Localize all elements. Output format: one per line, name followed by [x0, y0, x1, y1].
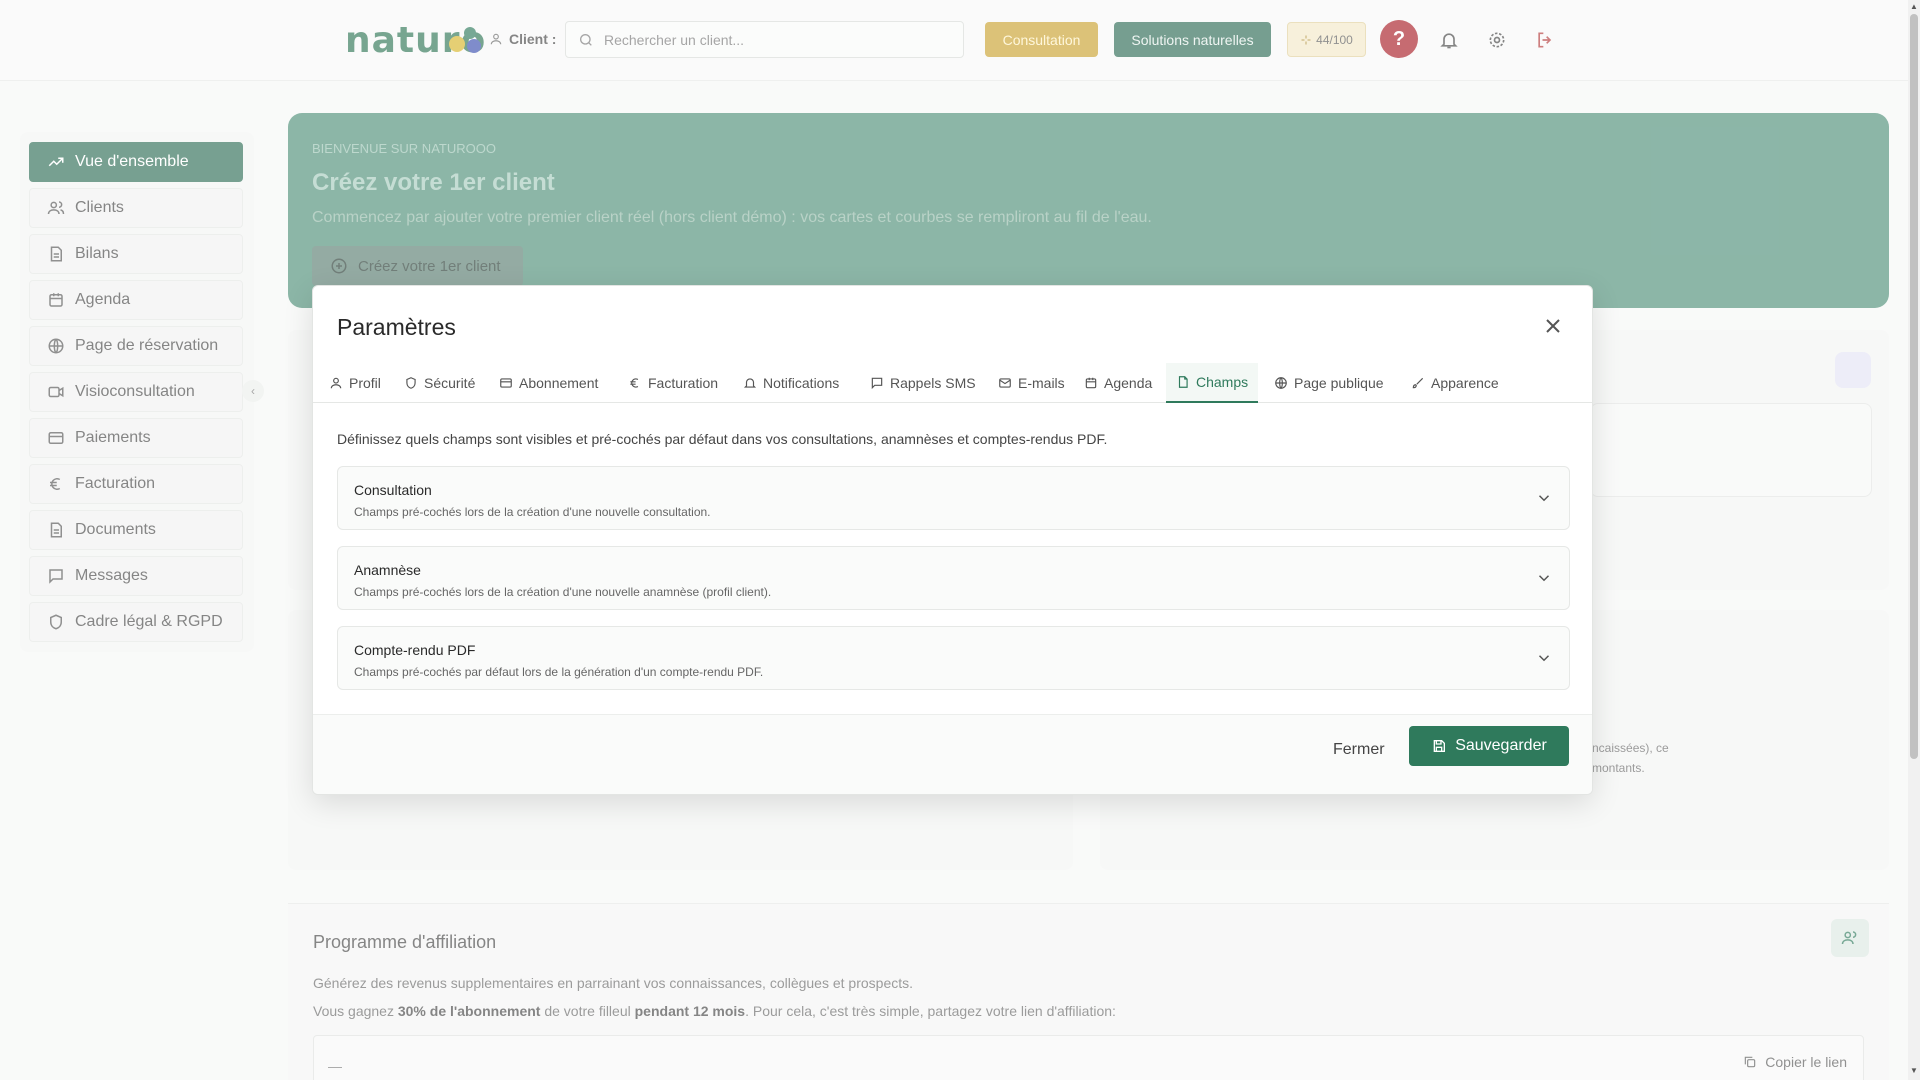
- save-icon: [1433, 740, 1446, 752]
- calendar-icon: [1085, 377, 1097, 389]
- shield-icon: [406, 377, 416, 389]
- tab-page-publique[interactable]: Page publique: [1268, 363, 1390, 403]
- chevron-down-icon[interactable]: [1535, 489, 1553, 507]
- tab-facturation[interactable]: Facturation: [622, 363, 724, 403]
- mail-icon: [999, 378, 1011, 388]
- modal-title: Paramètres: [337, 314, 456, 340]
- tab-securite[interactable]: Sécurité: [398, 363, 481, 403]
- settings-tabs: Profil Sécurité Abonnement Facturation N…: [313, 363, 1592, 403]
- accordion-subtitle: Champs pré-cochés par défaut lors de la …: [354, 665, 764, 679]
- message-icon: [871, 377, 883, 390]
- accordion-subtitle: Champs pré-cochés lors de la création d'…: [354, 505, 711, 519]
- euro-icon: [630, 378, 639, 388]
- sauvegarder-button[interactable]: Sauvegarder: [1409, 726, 1569, 766]
- close-icon[interactable]: [1541, 314, 1565, 338]
- fermer-button[interactable]: Fermer: [1333, 741, 1385, 759]
- scroll-down-icon[interactable]: ▼: [1910, 1066, 1918, 1075]
- tab-apparence[interactable]: Apparence: [1405, 363, 1505, 403]
- user-icon: [330, 377, 342, 389]
- tab-profil[interactable]: Profil: [323, 363, 387, 403]
- tab-agenda[interactable]: Agenda: [1078, 363, 1158, 403]
- accordion-title: Anamnèse: [354, 562, 421, 578]
- champs-description: Définissez quels champs sont visibles et…: [337, 431, 1108, 447]
- bell-icon: [743, 378, 757, 388]
- tab-rappels-sms[interactable]: Rappels SMS: [864, 363, 982, 403]
- card-icon: [500, 378, 512, 388]
- page-scrollbar[interactable]: ▲ ▼: [1908, 0, 1920, 1080]
- accordion-title: Compte-rendu PDF: [354, 642, 476, 658]
- tab-notifications[interactable]: Notifications: [737, 363, 845, 403]
- globe-icon: [1275, 377, 1287, 389]
- accordion-consultation[interactable]: Consultation Champs pré-cochés lors de l…: [337, 466, 1570, 530]
- chevron-down-icon[interactable]: [1535, 569, 1553, 587]
- brush-icon: [1412, 377, 1424, 389]
- scrollbar-thumb[interactable]: [1910, 14, 1918, 759]
- accordion-anamnese[interactable]: Anamnèse Champs pré-cochés lors de la cr…: [337, 546, 1570, 610]
- settings-modal: Paramètres Profil Sécurité Abonnement Fa…: [312, 285, 1593, 795]
- chevron-down-icon[interactable]: [1535, 649, 1553, 667]
- scroll-up-icon[interactable]: ▲: [1910, 2, 1918, 11]
- accordion-title: Consultation: [354, 482, 432, 498]
- tab-champs[interactable]: Champs: [1166, 363, 1258, 403]
- modal-footer: Fermer Sauvegarder: [313, 714, 1592, 794]
- tab-abonnement[interactable]: Abonnement: [493, 363, 604, 403]
- file-icon: [1178, 376, 1188, 388]
- accordion-compte-rendu-pdf[interactable]: Compte-rendu PDF Champs pré-cochés par d…: [337, 626, 1570, 690]
- tab-emails[interactable]: E-mails: [992, 363, 1071, 403]
- accordion-subtitle: Champs pré-cochés lors de la création d'…: [354, 585, 772, 599]
